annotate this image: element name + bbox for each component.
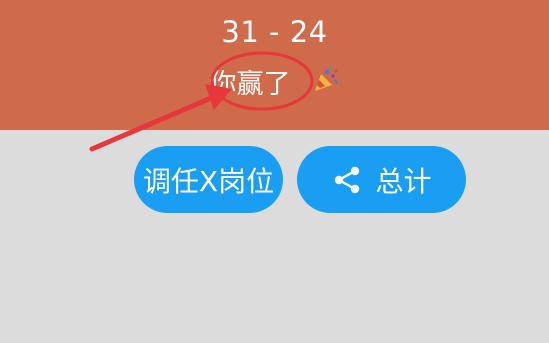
share-icon bbox=[331, 164, 363, 196]
result-banner: 31 - 24 你赢了 bbox=[0, 0, 549, 130]
match-score: 31 - 24 bbox=[221, 15, 328, 49]
win-message: 你赢了 bbox=[209, 69, 291, 100]
total-label: 总计 bbox=[375, 164, 432, 198]
transfer-position-button[interactable]: 调任X岗位 bbox=[134, 146, 283, 213]
result-row: 你赢了 bbox=[0, 62, 549, 101]
transfer-position-label: 调任X岗位 bbox=[142, 164, 275, 198]
party-popper-icon bbox=[310, 65, 340, 99]
total-button[interactable]: 总计 bbox=[297, 146, 466, 213]
